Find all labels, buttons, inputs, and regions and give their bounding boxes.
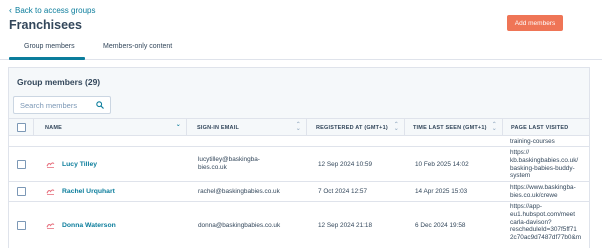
page-title: Franchisees xyxy=(9,18,82,32)
sort-icon[interactable]: ⌃ ⌄ xyxy=(394,122,399,132)
row-checkbox[interactable] xyxy=(17,187,26,196)
column-header-label: SIGN-IN EMAIL xyxy=(197,124,240,131)
email-cell: donna@baskingbabies.co.uk xyxy=(198,221,281,229)
last-seen-cell: 14 Apr 2025 15:03 xyxy=(415,188,468,195)
column-header-name[interactable]: NAME ⌄ xyxy=(34,119,187,136)
chevron-left-icon: ‹ xyxy=(9,5,12,15)
email-cell: lucytilley@baskingba- bies.co.uk xyxy=(198,156,260,171)
tab-members-only-content[interactable]: Members-only content xyxy=(103,43,172,50)
sort-icon[interactable]: ⌃ ⌄ xyxy=(492,122,497,132)
column-header-registered[interactable]: REGISTERED AT (GMT+1) ⌃ ⌄ xyxy=(307,119,405,136)
row-checkbox-cell xyxy=(17,182,26,201)
row-checkbox[interactable] xyxy=(17,220,26,230)
select-all-cell xyxy=(9,119,34,136)
registered-cell: 12 Sep 2024 10:59 xyxy=(318,160,373,168)
column-header-email[interactable]: SIGN-IN EMAIL ⌃ ⌄ xyxy=(187,119,307,136)
registered-cell: 7 Oct 2024 12:57 xyxy=(318,188,368,195)
search-icon[interactable] xyxy=(96,101,104,109)
page-last-visited-cell[interactable]: https://app- eu1.hubspot.com/meet carla-… xyxy=(510,202,581,248)
table-row: Lucy Tilley lucytilley@baskingba- bies.c… xyxy=(9,147,589,182)
last-seen-cell: 10 Feb 2025 14:02 xyxy=(415,160,469,168)
member-name: Donna Waterson xyxy=(62,221,116,229)
table-row-overflow: training-courses xyxy=(9,136,589,147)
column-header-label: PAGE LAST VISITED xyxy=(511,124,569,131)
column-header-last-seen[interactable]: TIME LAST SEEN (GMT+1) ⌃ ⌄ xyxy=(405,119,503,136)
member-name-link[interactable]: Donna Waterson xyxy=(46,202,116,248)
table-row: Rachel Urquhart rachel@baskingbabies.co.… xyxy=(9,182,589,202)
search-box[interactable] xyxy=(13,96,111,114)
group-members-panel: Group members (29) NAME ⌄ SIGN-IN EMAIL … xyxy=(8,67,590,248)
table-row: Donna Waterson donna@baskingbabies.co.uk… xyxy=(9,202,589,248)
sort-icon[interactable]: ⌃ ⌄ xyxy=(296,122,301,132)
back-link[interactable]: ‹ Back to access groups xyxy=(9,5,96,16)
page-last-visited-cell[interactable]: https://www.baskingba- bies.co.uk/crewe xyxy=(510,182,576,201)
member-name: Rachel Urquhart xyxy=(62,188,115,195)
column-header-label: NAME xyxy=(45,124,62,131)
select-all-checkbox[interactable] xyxy=(16,123,26,132)
contact-icon xyxy=(46,222,55,229)
last-seen-cell: 6 Dec 2024 19:58 xyxy=(415,221,466,229)
member-name-link[interactable]: Rachel Urquhart xyxy=(46,182,115,201)
active-tab-indicator xyxy=(9,57,85,60)
column-header-page-last-visited[interactable]: PAGE LAST VISITED xyxy=(503,119,589,136)
page-last-visited-cell[interactable]: https:// kb.baskingbabies.co.uk/ basking… xyxy=(510,147,578,181)
email-cell: rachel@baskingbabies.co.uk xyxy=(198,188,280,195)
row-checkbox-cell xyxy=(17,202,26,248)
tab-bar: Group members Members-only content xyxy=(0,38,602,60)
contact-icon xyxy=(46,161,55,168)
member-name: Lucy Tilley xyxy=(62,160,98,168)
search-input[interactable] xyxy=(20,100,90,110)
contact-icon xyxy=(46,189,55,195)
add-members-button[interactable]: Add members xyxy=(507,15,563,31)
tab-group-members[interactable]: Group members xyxy=(24,43,75,50)
sort-icon[interactable]: ⌄ xyxy=(176,122,181,128)
row-checkbox-cell xyxy=(17,147,26,181)
row-checkbox[interactable] xyxy=(17,159,26,169)
table-header: NAME ⌄ SIGN-IN EMAIL ⌃ ⌄ REGISTERED AT (G… xyxy=(9,118,589,136)
column-header-label: REGISTERED AT (GMT+1) xyxy=(316,124,388,131)
back-link-label: Back to access groups xyxy=(15,6,96,15)
column-header-label: TIME LAST SEEN (GMT+1) xyxy=(413,124,487,131)
panel-title: Group members (29) xyxy=(17,77,101,87)
member-name-link[interactable]: Lucy Tilley xyxy=(46,147,97,181)
registered-cell: 12 Sep 2024 21:18 xyxy=(318,221,373,229)
page-last-visited-cell[interactable]: training-courses xyxy=(510,136,555,146)
